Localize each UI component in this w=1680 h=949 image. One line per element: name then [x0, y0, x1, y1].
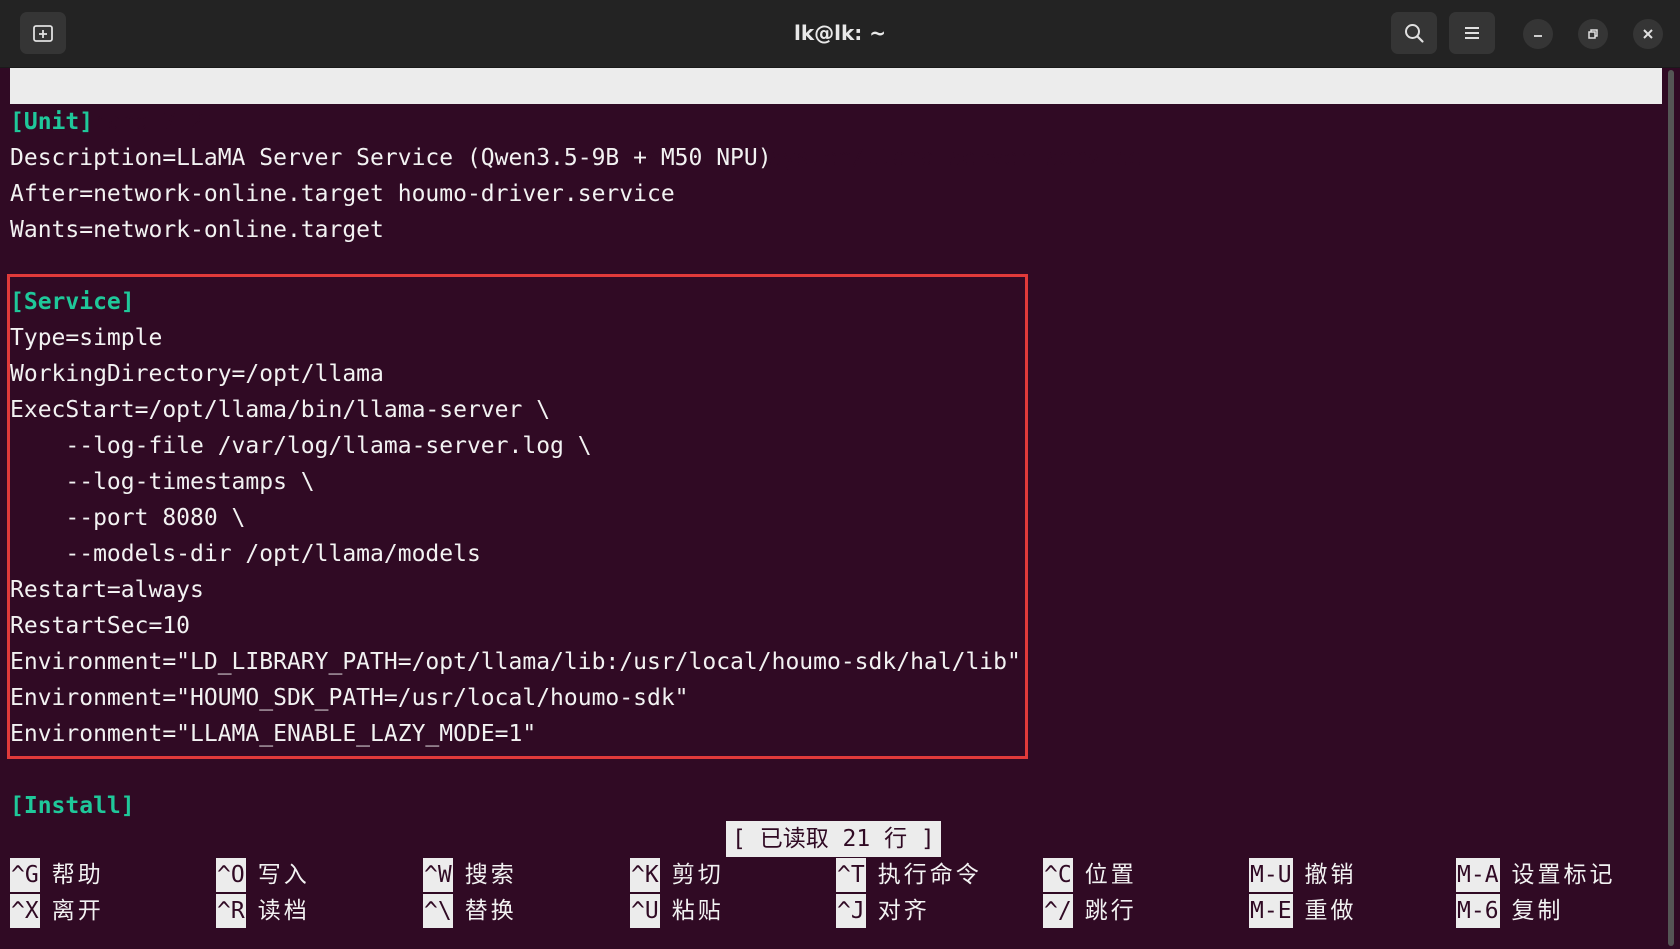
shortcut-exit[interactable]: ^X 离开	[10, 894, 104, 928]
shortcut-key: ^U	[630, 894, 660, 928]
shortcut-label: 离开	[51, 898, 104, 924]
terminal-window: lk@lk: ~ GNU nano 7.2 /etc/systemd/syste…	[0, 0, 1680, 949]
shortcut-search[interactable]: ^W 搜索	[423, 858, 517, 892]
shortcut-key: ^/	[1043, 894, 1073, 928]
shortcut-label: 复制	[1511, 898, 1564, 924]
shortcut-label: 执行命令	[877, 862, 982, 888]
search-button[interactable]	[1391, 12, 1437, 54]
shortcut-read-file[interactable]: ^R 读档	[216, 894, 310, 928]
shortcut-paste[interactable]: ^U 粘贴	[630, 894, 724, 928]
shortcut-key: ^G	[10, 858, 40, 892]
shortcut-label: 粘贴	[671, 898, 724, 924]
editor-line: --log-file /var/log/llama-server.log \	[10, 433, 592, 459]
restore-icon	[1588, 29, 1598, 39]
title-bar: lk@lk: ~	[0, 0, 1680, 68]
shortcut-key: ^X	[10, 894, 40, 928]
close-icon	[1643, 29, 1653, 39]
terminal-scrollbar[interactable]	[1668, 70, 1674, 946]
editor-line: After=network-online.target houmo-driver…	[10, 181, 675, 207]
shortcut-label: 帮助	[51, 862, 104, 888]
search-icon	[1405, 24, 1424, 43]
shortcut-label: 搜索	[464, 862, 517, 888]
editor-line: WorkingDirectory=/opt/llama	[10, 361, 384, 387]
shortcut-label: 设置标记	[1511, 862, 1616, 888]
shortcut-label: 对齐	[877, 898, 930, 924]
editor-line: Environment="HOUMO_SDK_PATH=/usr/local/h…	[10, 685, 689, 711]
shortcut-go-to-line[interactable]: ^/ 跳行	[1043, 894, 1137, 928]
close-button[interactable]	[1633, 19, 1663, 49]
shortcut-key: ^\	[423, 894, 453, 928]
editor-line: [Unit]	[10, 109, 94, 135]
shortcut-justify[interactable]: ^J 对齐	[836, 894, 930, 928]
shortcut-label: 写入	[257, 862, 310, 888]
shortcut-cut[interactable]: ^K 剪切	[630, 858, 724, 892]
nano-header-bar: GNU nano 7.2 /etc/systemd/system/llama-s…	[10, 68, 1662, 171]
editor-line: RestartSec=10	[10, 613, 191, 639]
editor-line: [Install]	[10, 793, 135, 819]
editor-line: --port 8080 \	[10, 505, 246, 531]
shortcut-label: 跳行	[1084, 898, 1137, 924]
shortcut-label: 替换	[464, 898, 517, 924]
minimize-icon	[1534, 35, 1542, 37]
shortcut-help[interactable]: ^G 帮助	[10, 858, 104, 892]
shortcut-label: 撤销	[1304, 862, 1357, 888]
new-tab-button[interactable]	[20, 12, 66, 54]
shortcut-key: M-A	[1456, 858, 1500, 892]
shortcut-key: M-U	[1249, 858, 1293, 892]
shortcut-location[interactable]: ^C 位置	[1043, 858, 1137, 892]
restore-button[interactable]	[1578, 19, 1608, 49]
shortcut-key: M-E	[1249, 894, 1293, 928]
terminal-area[interactable]: GNU nano 7.2 /etc/systemd/system/llama-s…	[0, 68, 1680, 949]
shortcut-key: ^R	[216, 894, 246, 928]
shortcut-key: ^T	[836, 858, 866, 892]
shortcut-set-mark[interactable]: M-A 设置标记	[1456, 858, 1616, 892]
editor-line: Restart=always	[10, 577, 204, 603]
minimize-button[interactable]	[1523, 19, 1553, 49]
shortcut-redo[interactable]: M-E 重做	[1249, 894, 1357, 928]
shortcut-write[interactable]: ^O 写入	[216, 858, 310, 892]
shortcut-label: 剪切	[671, 862, 724, 888]
editor-line: Environment="LLAMA_ENABLE_LAZY_MODE=1"	[10, 721, 537, 747]
shortcut-key: ^W	[423, 858, 453, 892]
editor-line: Environment="LD_LIBRARY_PATH=/opt/llama/…	[10, 649, 1021, 675]
editor-line: Description=LLaMA Server Service (Qwen3.…	[10, 145, 772, 171]
editor-line: ExecStart=/opt/llama/bin/llama-server \	[10, 397, 551, 423]
shortcut-label: 读档	[257, 898, 310, 924]
editor-line: [Service]	[10, 289, 135, 315]
shortcut-label: 位置	[1084, 862, 1137, 888]
shortcut-key: ^C	[1043, 858, 1073, 892]
editor-line: Wants=network-online.target	[10, 217, 384, 243]
editor-line: --log-timestamps \	[10, 469, 315, 495]
shortcut-label: 重做	[1304, 898, 1357, 924]
shortcut-replace[interactable]: ^\ 替换	[423, 894, 517, 928]
shortcut-key: ^J	[836, 894, 866, 928]
editor-line: Type=simple	[10, 325, 163, 351]
hamburger-menu-icon	[1465, 27, 1479, 39]
new-tab-icon	[33, 25, 53, 42]
shortcut-key: ^K	[630, 858, 660, 892]
shortcut-key: M-6	[1456, 894, 1500, 928]
shortcut-undo[interactable]: M-U 撤销	[1249, 858, 1357, 892]
menu-button[interactable]	[1449, 12, 1495, 54]
shortcut-execute[interactable]: ^T 执行命令	[836, 858, 982, 892]
status-message: [ 已读取 21 行 ]	[726, 821, 941, 857]
shortcut-key: ^O	[216, 858, 246, 892]
editor-line: --models-dir /opt/llama/models	[10, 541, 481, 567]
shortcut-copy[interactable]: M-6 复制	[1456, 894, 1564, 928]
